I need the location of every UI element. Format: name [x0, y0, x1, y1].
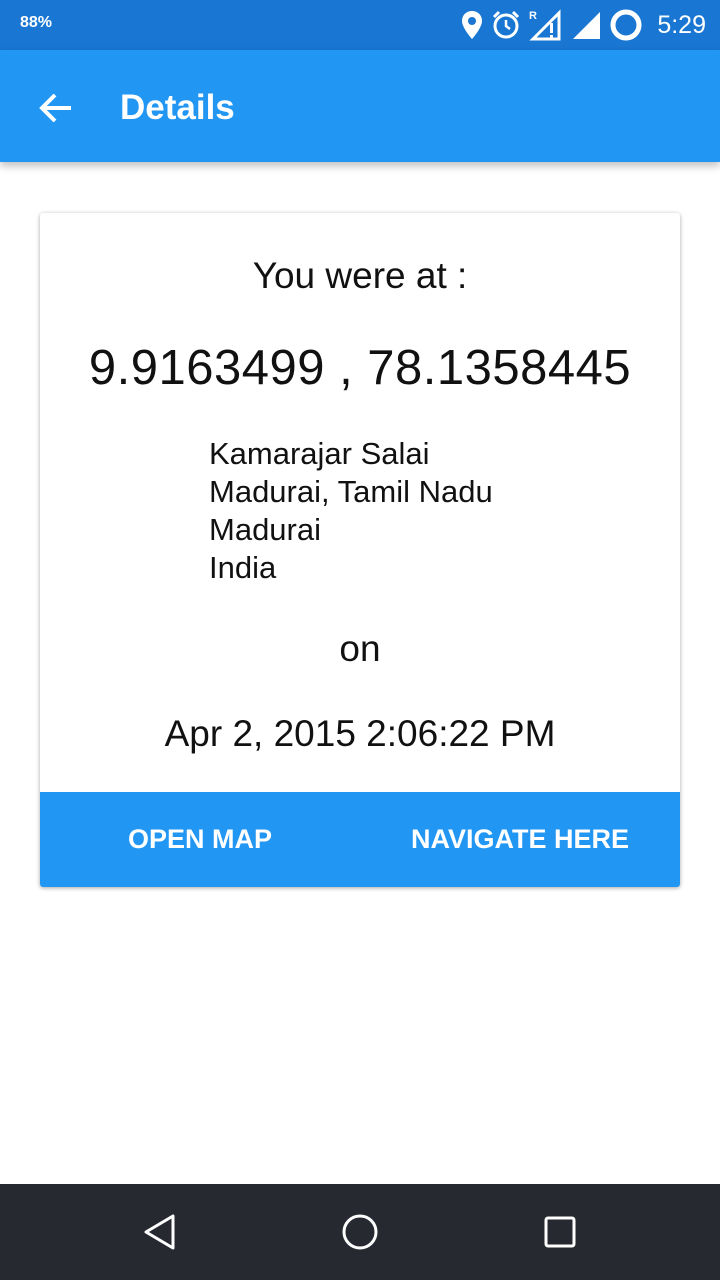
status-bar: 88% R 5:29	[0, 0, 720, 50]
location-intro: You were at :	[252, 255, 468, 296]
details-card: You were at : 9.9163499 , 78.1358445 Kam…	[40, 213, 680, 887]
arrow-back-icon	[39, 93, 71, 123]
nav-home-button[interactable]	[312, 1184, 408, 1280]
roaming-signal-icon: R	[529, 9, 563, 41]
nav-recents-button[interactable]	[512, 1184, 608, 1280]
timestamp: Apr 2, 2015 2:06:22 PM	[164, 713, 556, 754]
page-title: Details	[120, 88, 235, 127]
svg-text:R: R	[529, 10, 537, 22]
address: Kamarajar Salai Madurai, Tamil Nadu Madu…	[209, 435, 493, 587]
status-icons: R 5:29	[461, 0, 706, 50]
location-icon	[461, 10, 483, 40]
coordinates: 9.9163499 , 78.1358445	[88, 341, 632, 395]
signal-icon	[571, 10, 601, 40]
address-line: Madurai, Tamil Nadu	[209, 474, 493, 509]
card-actions: OPEN MAP NAVIGATE HERE	[40, 792, 680, 887]
nav-recents-icon	[544, 1216, 576, 1248]
alarm-icon	[491, 10, 521, 40]
address-line: Kamarajar Salai	[209, 436, 430, 471]
nav-home-icon	[342, 1214, 378, 1250]
nav-back-icon	[144, 1214, 175, 1250]
back-button[interactable]	[28, 80, 84, 136]
app-bar: Details	[0, 50, 720, 162]
system-nav-bar	[0, 1184, 720, 1280]
nav-back-button[interactable]	[112, 1184, 208, 1280]
status-time: 5:29	[657, 10, 706, 39]
battery-percent: 88%	[20, 14, 53, 31]
open-map-button[interactable]: OPEN MAP	[40, 792, 360, 887]
battery-icon	[609, 8, 643, 42]
on-label: on	[339, 628, 381, 669]
address-line: India	[209, 550, 277, 585]
navigate-here-button[interactable]: NAVIGATE HERE	[360, 792, 680, 887]
address-line: Madurai	[209, 512, 321, 547]
